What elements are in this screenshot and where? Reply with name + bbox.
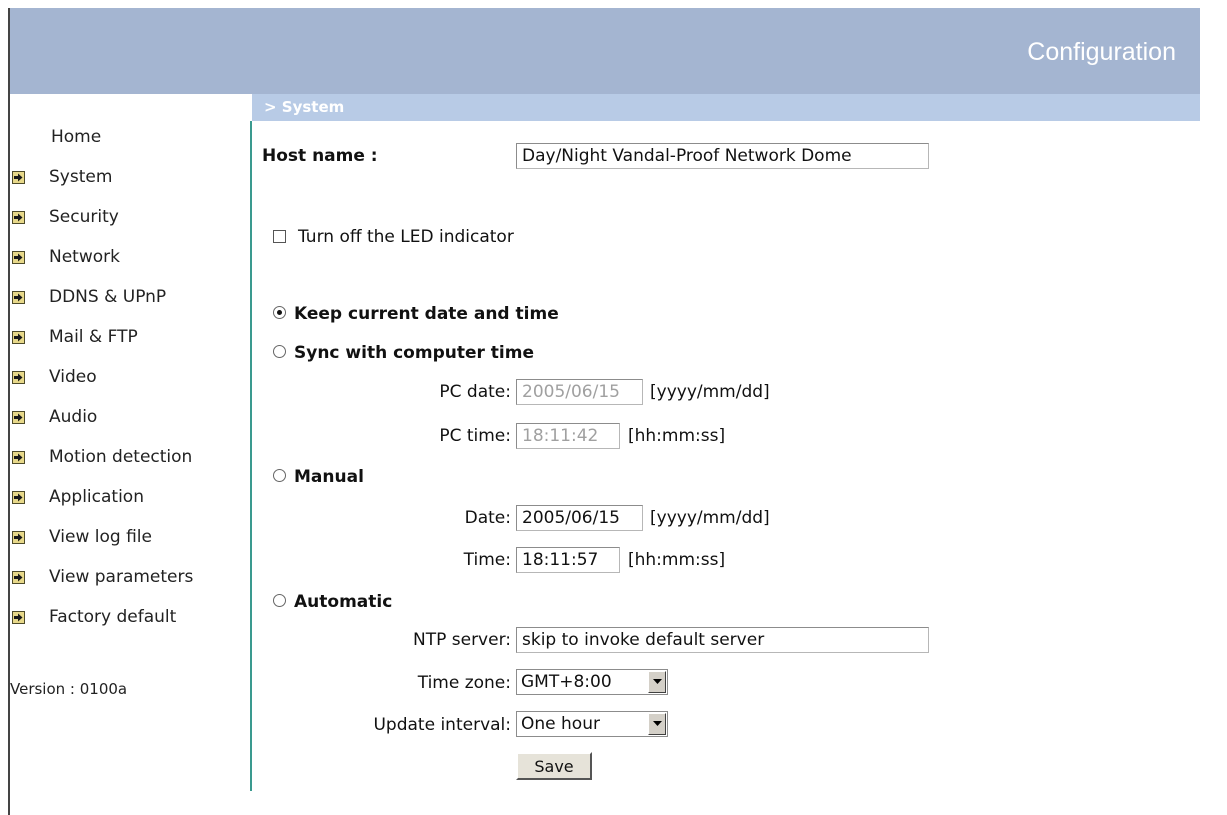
sidebar-item-label: System bbox=[49, 167, 113, 187]
manual-time-label: Manual bbox=[294, 467, 364, 487]
sidebar-item-label: DDNS & UPnP bbox=[49, 287, 167, 307]
date-input[interactable] bbox=[516, 505, 643, 531]
sidebar-item-label: Audio bbox=[49, 407, 98, 427]
pc-time-input bbox=[516, 423, 620, 449]
time-zone-value: GMT+8:00 bbox=[521, 672, 612, 692]
time-input[interactable] bbox=[516, 547, 620, 573]
header-banner: Configuration bbox=[10, 8, 1200, 94]
ntp-server-label: NTP server: bbox=[413, 630, 511, 650]
pc-date-label: PC date: bbox=[439, 382, 511, 402]
sync-time-radio[interactable] bbox=[273, 345, 286, 358]
time-format: [hh:mm:ss] bbox=[628, 550, 726, 570]
sidebar-item-mail-ftp[interactable]: Mail & FTP bbox=[10, 324, 138, 350]
arrow-right-icon bbox=[12, 250, 25, 264]
sidebar-item-application[interactable]: Application bbox=[10, 484, 144, 510]
page-title: Configuration bbox=[1027, 38, 1176, 66]
chevron-down-icon[interactable] bbox=[648, 671, 666, 693]
led-checkbox[interactable] bbox=[273, 230, 286, 243]
arrow-right-icon bbox=[12, 570, 25, 584]
sidebar-item-audio[interactable]: Audio bbox=[10, 404, 97, 430]
sidebar-item-label: Factory default bbox=[49, 607, 177, 627]
version-label: Version : 0100a bbox=[10, 680, 128, 698]
time-zone-select[interactable]: GMT+8:00 bbox=[516, 669, 668, 695]
led-label: Turn off the LED indicator bbox=[298, 227, 514, 247]
sidebar-item-view-parameters[interactable]: View parameters bbox=[10, 564, 193, 590]
pc-date-input bbox=[516, 379, 643, 405]
sidebar-item-label: View log file bbox=[49, 527, 152, 547]
update-interval-value: One hour bbox=[521, 714, 600, 734]
keep-time-radio[interactable] bbox=[273, 306, 286, 319]
time-zone-label: Time zone: bbox=[417, 673, 511, 693]
sidebar-item-security[interactable]: Security bbox=[10, 204, 119, 230]
section-title: > System bbox=[264, 98, 345, 116]
arrow-right-icon bbox=[12, 290, 25, 304]
arrow-right-icon bbox=[12, 530, 25, 544]
automatic-time-radio[interactable] bbox=[273, 594, 286, 607]
save-button[interactable]: Save bbox=[516, 752, 592, 780]
host-name-label: Host name : bbox=[262, 146, 378, 166]
arrow-right-icon bbox=[12, 610, 25, 624]
sidebar-item-label: Security bbox=[49, 207, 119, 227]
sync-time-label: Sync with computer time bbox=[294, 343, 535, 363]
sidebar-item-ddns-upnp[interactable]: DDNS & UPnP bbox=[10, 284, 166, 310]
sidebar-item-system[interactable]: System bbox=[10, 164, 112, 190]
date-label: Date: bbox=[464, 508, 511, 528]
update-interval-label: Update interval: bbox=[373, 715, 511, 735]
sidebar-item-label: Motion detection bbox=[49, 447, 193, 467]
sidebar-item-label: Application bbox=[49, 487, 144, 507]
window-frame-top bbox=[0, 0, 1227, 8]
arrow-right-icon bbox=[12, 170, 25, 184]
arrow-right-icon bbox=[12, 410, 25, 424]
sidebar-item-view-log-file[interactable]: View log file bbox=[10, 524, 152, 550]
sidebar-item-label: View parameters bbox=[49, 567, 194, 587]
sidebar-item-motion-detection[interactable]: Motion detection bbox=[10, 444, 192, 470]
pc-date-format: [yyyy/mm/dd] bbox=[650, 382, 770, 402]
automatic-time-label: Automatic bbox=[294, 592, 393, 612]
update-interval-select[interactable]: One hour bbox=[516, 711, 668, 737]
sidebar-item-factory-default[interactable]: Factory default bbox=[10, 604, 176, 630]
arrow-right-icon bbox=[12, 330, 25, 344]
pc-time-format: [hh:mm:ss] bbox=[628, 426, 726, 446]
time-label: Time: bbox=[463, 550, 511, 570]
sidebar-divider bbox=[250, 121, 252, 791]
arrow-right-icon bbox=[12, 370, 25, 384]
sidebar-item-label: Mail & FTP bbox=[49, 327, 138, 347]
sidebar-item-home[interactable]: Home bbox=[51, 127, 101, 147]
sidebar-item-network[interactable]: Network bbox=[10, 244, 120, 270]
arrow-right-icon bbox=[12, 450, 25, 464]
manual-time-radio[interactable] bbox=[273, 469, 286, 482]
sidebar-item-video[interactable]: Video bbox=[10, 364, 97, 390]
ntp-server-input[interactable] bbox=[516, 627, 929, 653]
section-header: > System bbox=[252, 94, 1200, 121]
arrow-right-icon bbox=[12, 210, 25, 224]
host-name-input[interactable] bbox=[516, 143, 929, 169]
keep-time-label: Keep current date and time bbox=[294, 304, 559, 324]
sidebar-item-label: Video bbox=[49, 367, 97, 387]
chevron-down-icon[interactable] bbox=[648, 713, 666, 735]
sidebar-item-label: Network bbox=[49, 247, 120, 267]
date-format: [yyyy/mm/dd] bbox=[650, 508, 770, 528]
pc-time-label: PC time: bbox=[439, 426, 511, 446]
arrow-right-icon bbox=[12, 490, 25, 504]
